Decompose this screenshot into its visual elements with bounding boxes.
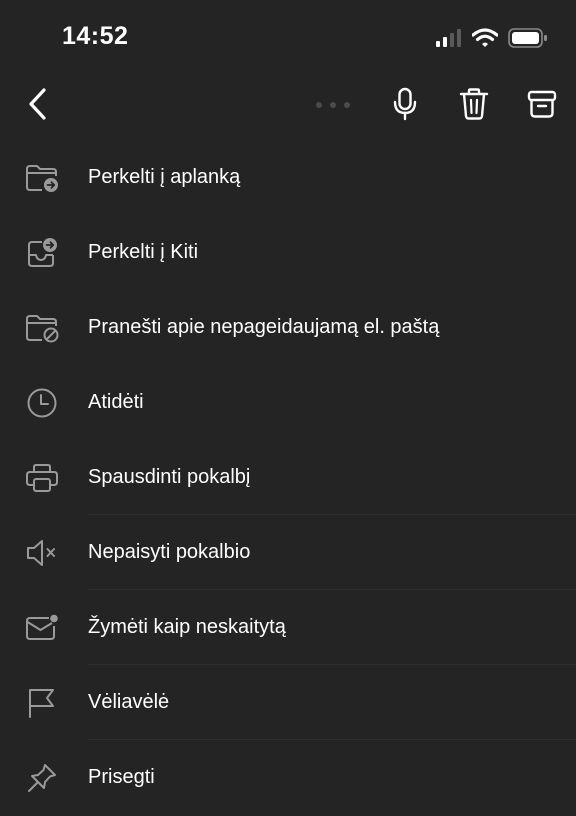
menu-item-label: Atidėti <box>88 391 144 413</box>
flag-icon <box>24 685 60 721</box>
trash-icon <box>459 88 489 120</box>
chevron-left-icon <box>27 87 49 121</box>
menu-item-move-to-other[interactable]: Perkelti į Kiti <box>0 215 576 290</box>
menu-item-ignore-conversation[interactable]: Nepaisyti pokalbio <box>0 515 576 590</box>
menu-item-snooze[interactable]: Atidėti <box>0 365 576 440</box>
status-icons <box>436 26 548 50</box>
menu-item-label: Perkelti į Kiti <box>88 241 199 263</box>
menu-item-pin[interactable]: Prisegti <box>0 740 576 815</box>
folder-move-icon <box>24 160 60 196</box>
folder-block-icon <box>24 310 60 346</box>
menu-item-print[interactable]: Spausdinti pokalbį <box>0 440 576 515</box>
drag-handle[interactable] <box>316 102 350 108</box>
back-button[interactable] <box>18 84 58 124</box>
menu-item-label: Spausdinti pokalbį <box>88 466 251 488</box>
menu-item-label: Prisegti <box>88 766 155 788</box>
action-menu: Perkelti į aplanką Perkelti į Kiti Prane… <box>0 140 576 815</box>
menu-item-label: Nepaisyti pokalbio <box>88 541 251 563</box>
microphone-button[interactable] <box>385 84 425 124</box>
menu-item-move-to-folder[interactable]: Perkelti į aplanką <box>0 140 576 215</box>
menu-item-flag[interactable]: Vėliavėlė <box>0 665 576 740</box>
status-time: 14:52 <box>62 22 129 50</box>
status-bar: 14:52 <box>0 0 576 76</box>
microphone-icon <box>392 87 418 121</box>
wifi-icon <box>472 28 498 48</box>
archive-button[interactable] <box>522 84 562 124</box>
menu-item-label: Žymėti kaip neskaitytą <box>88 616 286 638</box>
pin-icon <box>24 760 60 796</box>
archive-icon <box>527 89 557 119</box>
toolbar <box>0 72 576 136</box>
menu-item-label: Pranešti apie nepageidaujamą el. paštą <box>88 316 440 338</box>
inbox-move-icon <box>24 235 60 271</box>
menu-item-label: Perkelti į aplanką <box>88 166 241 188</box>
menu-item-report-junk[interactable]: Pranešti apie nepageidaujamą el. paštą <box>0 290 576 365</box>
printer-icon <box>24 460 60 496</box>
clock-icon <box>24 385 60 421</box>
delete-button[interactable] <box>454 84 494 124</box>
cellular-signal-icon <box>436 29 462 47</box>
battery-icon <box>508 28 548 48</box>
mail-unread-icon <box>24 610 60 646</box>
menu-item-label: Vėliavėlė <box>88 691 170 713</box>
speaker-mute-icon <box>24 535 60 571</box>
menu-item-mark-unread[interactable]: Žymėti kaip neskaitytą <box>0 590 576 665</box>
